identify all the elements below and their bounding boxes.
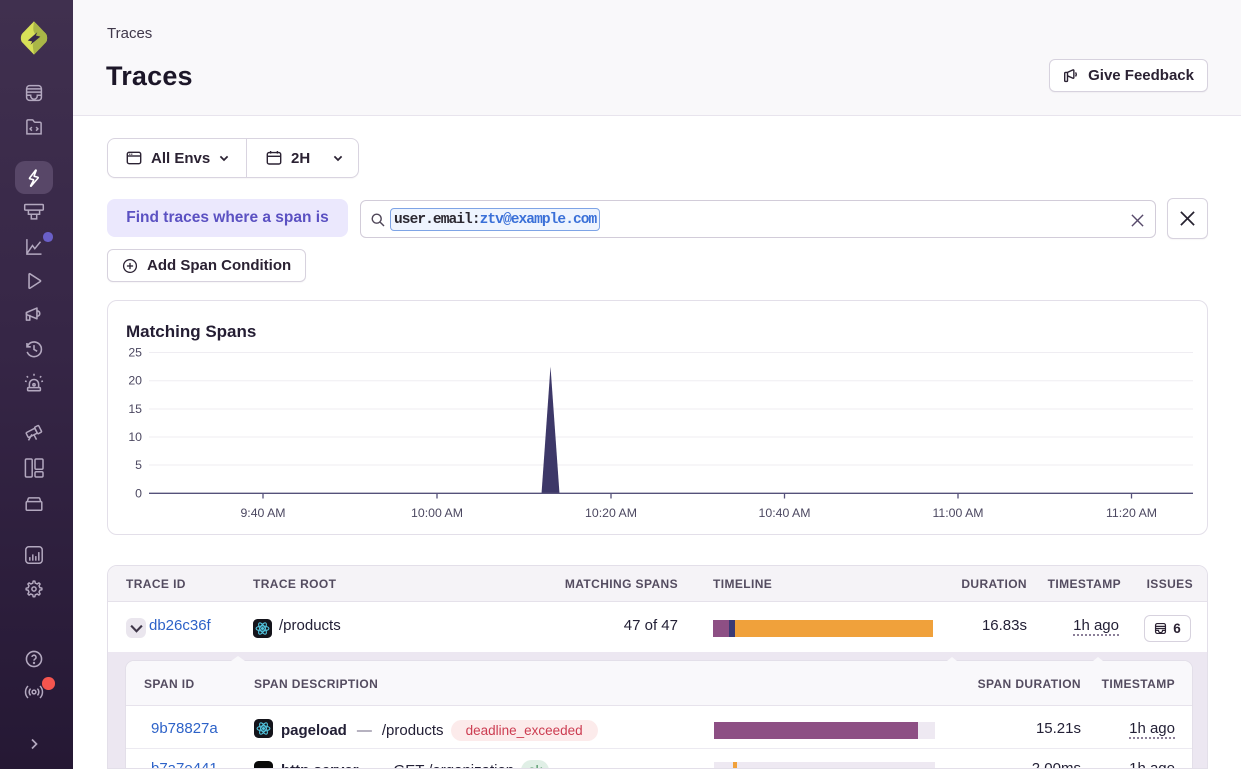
svg-text:20: 20 [128,374,142,388]
svg-text:11:00 AM: 11:00 AM [932,506,983,520]
svg-text:10: 10 [128,430,142,444]
svg-text:0: 0 [135,486,142,500]
svg-text:15: 15 [128,402,142,416]
svg-text:11:20 AM: 11:20 AM [1106,506,1157,520]
svg-text:10:00 AM: 10:00 AM [411,506,463,520]
svg-text:10:20 AM: 10:20 AM [585,506,637,520]
svg-text:5: 5 [135,458,142,472]
svg-text:25: 25 [128,346,142,360]
svg-text:9:40 AM: 9:40 AM [240,506,285,520]
svg-text:10:40 AM: 10:40 AM [759,506,811,520]
